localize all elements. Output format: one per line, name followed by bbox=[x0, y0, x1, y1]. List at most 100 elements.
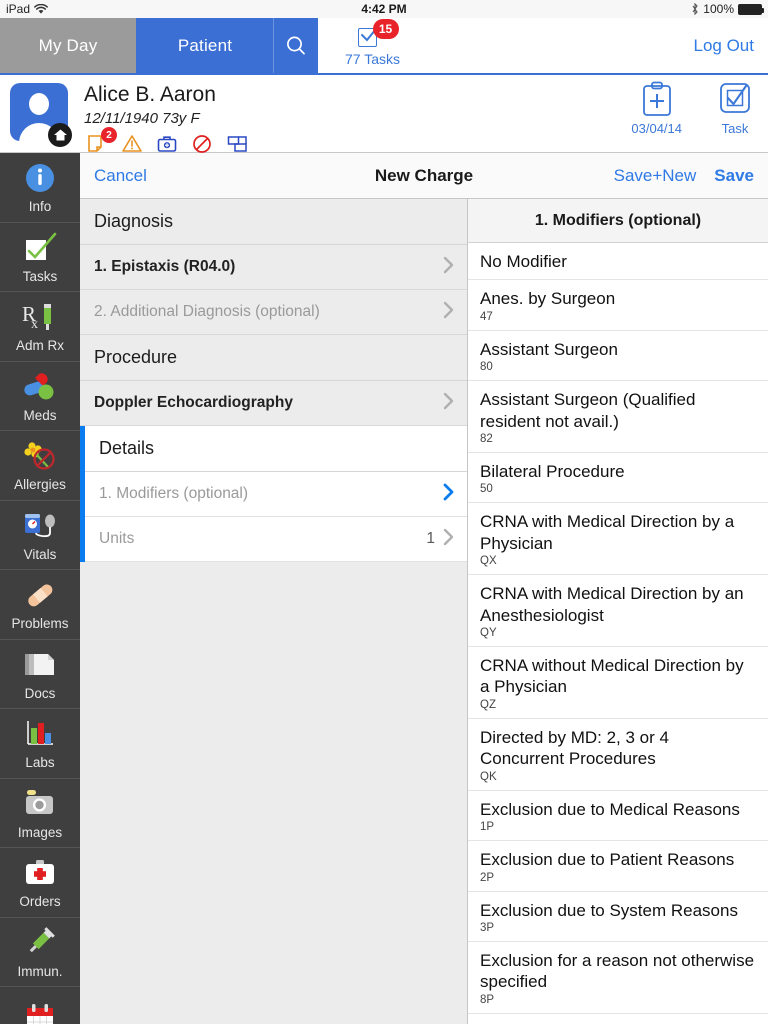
chevron-right-icon bbox=[443, 255, 455, 280]
chevron-right-icon bbox=[443, 300, 455, 325]
sidebar-item-vitals[interactable]: Vitals bbox=[0, 501, 80, 570]
list-item-code: 80 bbox=[480, 361, 493, 374]
sidebar-label-info: Info bbox=[28, 199, 52, 215]
row-label: Units bbox=[99, 530, 135, 547]
rx-syringe-icon: R x bbox=[21, 299, 59, 335]
body: Info Tasks R x Adm Rx Meds Allergies Vit… bbox=[0, 153, 768, 1024]
panes: Diagnosis 1. Epistaxis (R04.0) 2. Additi… bbox=[80, 199, 768, 1024]
patient-header: Alice B. Aaron 12/11/1940 73y F 2 03/04/… bbox=[0, 75, 768, 153]
sidebar-item-adm-rx[interactable]: R x Adm Rx bbox=[0, 292, 80, 362]
list-item-code: QX bbox=[480, 555, 497, 568]
blood-pressure-cuff-icon bbox=[22, 508, 58, 544]
save-new-button[interactable]: Save+New bbox=[614, 166, 697, 186]
modifiers-list-pane[interactable]: 1. Modifiers (optional) No Modifier Anes.… bbox=[468, 199, 768, 1024]
list-item-title: Exclusion due to System Reasons bbox=[480, 900, 738, 920]
sidebar-item-orders[interactable]: Orders bbox=[0, 848, 80, 918]
sidebar: Info Tasks R x Adm Rx Meds Allergies Vit… bbox=[0, 153, 80, 1024]
new-note-action[interactable]: 03/04/14 bbox=[631, 81, 682, 136]
row-modifiers[interactable]: 1. Modifiers (optional) bbox=[85, 472, 467, 517]
list-item-code: 2P bbox=[480, 871, 495, 884]
sidebar-item-allergies[interactable]: Allergies bbox=[0, 431, 80, 501]
pills-icon bbox=[22, 369, 58, 405]
tab-my-day[interactable]: My Day bbox=[0, 18, 136, 73]
first-aid-kit-icon bbox=[22, 855, 58, 891]
cancel-button[interactable]: Cancel bbox=[94, 166, 147, 186]
sidebar-label-tasks: Tasks bbox=[22, 268, 58, 284]
sidebar-item-docs[interactable]: Docs bbox=[0, 640, 80, 709]
new-note-label: 03/04/14 bbox=[631, 121, 682, 136]
list-item-title: Bilateral Procedure bbox=[480, 462, 625, 482]
toolbar-right: Save+New Save bbox=[614, 166, 754, 186]
no-entry-glyph bbox=[193, 135, 211, 153]
list-item-code: 8P bbox=[480, 993, 495, 1006]
header-actions: 03/04/14 Task bbox=[631, 81, 752, 136]
sidebar-label-immun: Orders bbox=[19, 894, 61, 910]
tasks-indicator[interactable]: 15 77 Tasks bbox=[345, 18, 400, 75]
row-label: 1. Epistaxis (R04.0) bbox=[94, 258, 236, 275]
sidebar-label-vitals: Allergies bbox=[14, 477, 66, 493]
home-icon bbox=[48, 123, 72, 147]
list-item-title: Exclusion due to Patient Reasons bbox=[480, 850, 735, 870]
row-procedure[interactable]: Doppler Echocardiography bbox=[80, 381, 467, 426]
list-item[interactable]: Exclusion due to Medical Reasons 1P bbox=[468, 790, 768, 842]
charge-form-pane: Diagnosis 1. Epistaxis (R04.0) 2. Additi… bbox=[80, 199, 468, 1024]
list-item[interactable]: CRNA with Medical Direction by a Physici… bbox=[468, 503, 768, 576]
list-item[interactable]: No Modifier bbox=[468, 243, 768, 281]
content-area: Cancel New Charge Save+New Save Diagnosi… bbox=[80, 153, 768, 1024]
list-item[interactable]: Exclusion due to System Reasons 3P bbox=[468, 891, 768, 942]
warning-glyph bbox=[122, 135, 142, 152]
battery-percent: 100% bbox=[703, 2, 734, 16]
sidebar-item-images[interactable]: Images bbox=[0, 779, 80, 848]
list-item[interactable]: Mandated Services32 bbox=[468, 1013, 768, 1024]
sidebar-label-allergies: Meds bbox=[23, 407, 57, 423]
task-action[interactable]: Task bbox=[718, 81, 752, 136]
info-circle-icon bbox=[23, 160, 57, 196]
avatar[interactable] bbox=[10, 83, 72, 147]
sidebar-label-images: Labs bbox=[25, 755, 55, 771]
tab-patient[interactable]: Patient bbox=[136, 18, 273, 73]
form-toolbar: Cancel New Charge Save+New Save bbox=[80, 153, 768, 199]
sidebar-item-meds[interactable]: Meds bbox=[0, 362, 80, 431]
list-item[interactable]: CRNA with Medical Direction by an Anesth… bbox=[468, 575, 768, 648]
checkbox-check-icon bbox=[22, 230, 58, 266]
list-item[interactable]: Anes. by Surgeon 47 bbox=[468, 280, 768, 331]
list-item[interactable]: Exclusion due to Patient Reasons 2P bbox=[468, 841, 768, 892]
list-item[interactable]: Assistant Surgeon (Qualified resident no… bbox=[468, 381, 768, 454]
sidebar-item-tasks[interactable]: Tasks bbox=[0, 223, 80, 292]
list-item[interactable]: Exclusion for a reason not otherwise spe… bbox=[468, 941, 768, 1014]
flowsheet-glyph bbox=[227, 136, 247, 152]
clipboard-plus-icon bbox=[642, 81, 671, 116]
sidebar-item-problems[interactable]: Problems bbox=[0, 570, 80, 640]
bandage-icon bbox=[22, 577, 58, 613]
list-item[interactable]: Assistant Surgeon 80 bbox=[468, 330, 768, 382]
list-item-title: Directed by MD: 2, 3 or 4 Concurrent Pro… bbox=[480, 727, 669, 769]
row-diagnosis-2[interactable]: 2. Additional Diagnosis (optional) bbox=[80, 290, 467, 335]
sidebar-item-calendar[interactable] bbox=[0, 987, 80, 1024]
chevron-right-icon bbox=[443, 482, 455, 507]
list-item[interactable]: Directed by MD: 2, 3 or 4 Concurrent Pro… bbox=[468, 718, 768, 791]
details-inner: Details 1. Modifiers (optional) Units 1 bbox=[85, 426, 467, 562]
list-item[interactable]: Bilateral Procedure 50 bbox=[468, 453, 768, 504]
list-item[interactable]: CRNA without Medical Direction by a Phys… bbox=[468, 647, 768, 719]
chevron-right-icon bbox=[443, 527, 455, 552]
row-units[interactable]: Units 1 bbox=[85, 517, 467, 562]
sidebar-label-problems: Vitals bbox=[23, 546, 57, 562]
ios-status-bar: iPad 4:42 PM 100% bbox=[0, 0, 768, 18]
row-label: 1. Modifiers (optional) bbox=[99, 485, 249, 502]
sidebar-label-adm-rx: Adm Rx bbox=[15, 338, 64, 354]
row-label: 2. Additional Diagnosis (optional) bbox=[94, 303, 320, 320]
list-item-code: 47 bbox=[480, 310, 493, 323]
list-item-code: QZ bbox=[480, 698, 496, 711]
sidebar-item-info[interactable]: Info bbox=[0, 153, 80, 223]
logout-button[interactable]: Log Out bbox=[694, 36, 768, 56]
list-item-title: No Modifier bbox=[480, 252, 567, 271]
sidebar-item-labs[interactable]: Labs bbox=[0, 709, 80, 779]
search-button[interactable] bbox=[273, 18, 318, 73]
tasks-icon-wrap: 15 bbox=[350, 19, 399, 50]
save-button[interactable]: Save bbox=[714, 166, 754, 186]
bluetooth-icon bbox=[692, 3, 699, 15]
row-diagnosis-1[interactable]: 1. Epistaxis (R04.0) bbox=[80, 245, 467, 290]
list-item-title: Exclusion due to Medical Reasons bbox=[480, 799, 740, 819]
documents-icon bbox=[22, 647, 58, 683]
sidebar-item-immunizations[interactable]: Immun. bbox=[0, 918, 80, 987]
